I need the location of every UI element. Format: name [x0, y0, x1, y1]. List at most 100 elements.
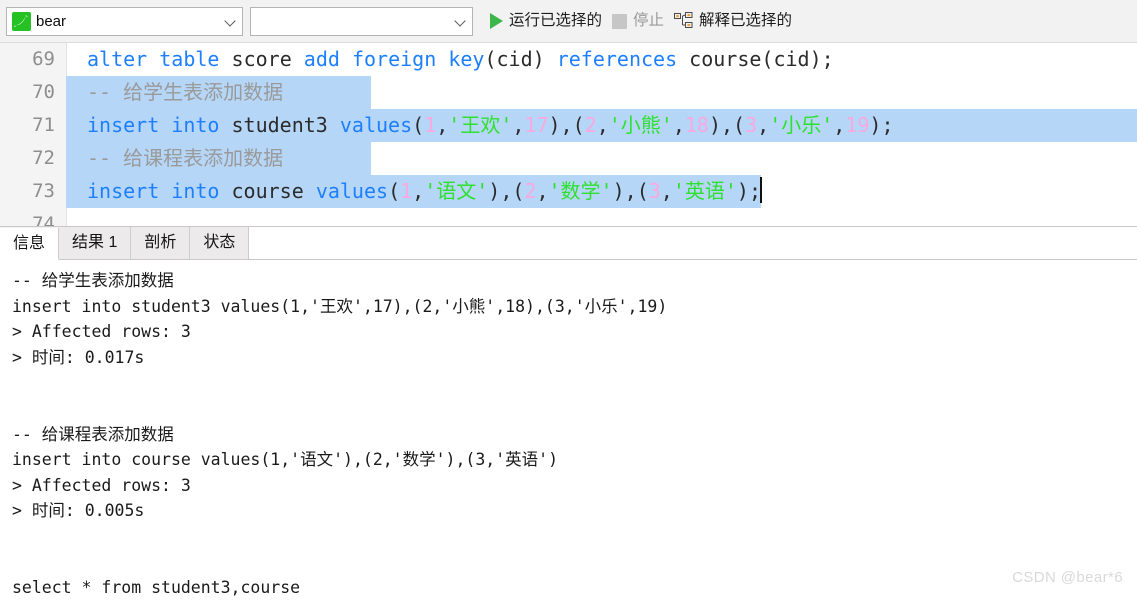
- output-line: insert into student3 values(1,'王欢',17),(…: [12, 296, 668, 316]
- sql-identifier: cid: [496, 47, 533, 71]
- sql-keyword: key: [448, 47, 485, 71]
- sql-keyword: into: [171, 179, 220, 203]
- code-line-73[interactable]: 73 insert into course values(1,'语文'),(2,…: [0, 175, 1137, 208]
- code-text: alter table score add foreign key(cid) r…: [66, 43, 834, 76]
- run-selected-button[interactable]: 运行已选择的: [485, 6, 607, 36]
- selection-pad: [283, 142, 372, 175]
- punct: );: [809, 47, 834, 71]
- output-line-blank: [12, 396, 1137, 422]
- sql-editor[interactable]: 69 alter table score add foreign key(cid…: [0, 43, 1137, 227]
- chevron-down-icon[interactable]: [455, 16, 466, 27]
- sql-number: 3: [745, 113, 758, 137]
- schema-select[interactable]: [250, 6, 473, 36]
- tab-profile[interactable]: 剖析: [131, 227, 191, 259]
- sql-string: '小熊': [608, 113, 673, 137]
- punct: ,: [436, 113, 449, 137]
- line-number: 70: [32, 81, 55, 103]
- tab-label: 信息: [13, 234, 46, 252]
- sql-keyword: alter: [87, 47, 148, 71]
- sql-keyword: insert: [87, 179, 160, 203]
- toolbar: bear 运行已选择的 停止 解释已选择的: [0, 0, 1137, 43]
- sql-keyword: foreign: [351, 47, 437, 71]
- punct: ),(: [488, 179, 525, 203]
- output-line: -- 给学生表添加数据: [12, 271, 174, 290]
- mysql-dolphin-icon: [12, 11, 31, 31]
- information-output-panel[interactable]: -- 给学生表添加数据 insert into student3 values(…: [0, 260, 1137, 598]
- code-text: insert into course values(1,'语文'),(2,'数学…: [66, 175, 762, 208]
- tab-label: 剖析: [144, 234, 177, 251]
- sql-keyword: insert: [87, 113, 160, 137]
- code-line-74[interactable]: 74: [0, 208, 1137, 226]
- code-line-72[interactable]: 72 -- 给课程表添加数据: [0, 142, 1137, 175]
- sql-number: 19: [845, 113, 870, 137]
- connection-label: bear: [36, 13, 67, 29]
- sql-keyword: table: [159, 47, 220, 71]
- sql-string: '王欢': [448, 113, 513, 137]
- output-line: insert into course values(1,'语文'),(2,'数学…: [12, 450, 559, 470]
- tab-result-1[interactable]: 结果 1: [59, 227, 132, 259]
- sql-comment: -- 给课程表添加数据: [87, 146, 284, 170]
- sql-keyword: into: [171, 113, 220, 137]
- sql-number: 2: [524, 179, 537, 203]
- sql-identifier: score: [231, 47, 292, 71]
- code-line-71[interactable]: 71 insert into student3 values(1,'王欢',17…: [0, 109, 1137, 142]
- sql-string: '英语': [672, 179, 737, 203]
- tab-status[interactable]: 状态: [190, 227, 250, 259]
- code-line-69[interactable]: 69 alter table score add foreign key(cid…: [0, 43, 1137, 76]
- output-line: > 时间: 0.017s: [12, 347, 145, 367]
- sql-number: 3: [648, 179, 661, 203]
- punct: (: [761, 47, 774, 71]
- stop-icon: [612, 13, 628, 29]
- chevron-down-icon[interactable]: [225, 16, 236, 27]
- sql-identifier: cid: [773, 47, 810, 71]
- line-number: 71: [32, 114, 55, 136]
- punct: ),(: [612, 179, 649, 203]
- code-text: -- 给学生表添加数据: [66, 76, 372, 109]
- stop-button[interactable]: 停止: [607, 6, 669, 36]
- sql-keyword: values: [339, 113, 413, 137]
- sql-identifier: course: [689, 47, 762, 71]
- code-area[interactable]: 69 alter table score add foreign key(cid…: [0, 43, 1137, 226]
- tab-information[interactable]: 信息: [0, 228, 60, 260]
- punct: (: [412, 113, 425, 137]
- output-line-blank: [12, 524, 1137, 550]
- play-icon: [490, 13, 503, 29]
- explain-icon: [674, 12, 693, 30]
- result-tabbar: 信息 结果 1 剖析 状态: [0, 227, 1137, 260]
- output-line: > Affected rows: 3: [12, 322, 191, 342]
- sql-keyword: references: [556, 47, 678, 71]
- output-line: > Affected rows: 3: [12, 475, 191, 495]
- tab-label: 结果 1: [72, 234, 118, 251]
- sql-identifier: student3: [231, 113, 328, 137]
- sql-string: '小乐': [769, 113, 834, 137]
- code-text: -- 给课程表添加数据: [66, 142, 372, 175]
- punct: ,: [757, 113, 770, 137]
- run-selected-label: 运行已选择的: [509, 12, 603, 30]
- line-number: 72: [32, 147, 55, 169]
- punct: ): [532, 47, 557, 71]
- output-line: > 时间: 0.005s: [12, 501, 145, 521]
- sql-number: 2: [584, 113, 597, 137]
- connection-select[interactable]: bear: [6, 6, 243, 36]
- output-line: select * from student3,course: [12, 578, 301, 598]
- punct: ),(: [708, 113, 746, 137]
- punct: ,: [412, 179, 425, 203]
- punct: ,: [672, 113, 685, 137]
- punct: ,: [833, 113, 846, 137]
- punct: );: [736, 179, 762, 203]
- tab-label: 状态: [203, 234, 236, 251]
- line-number: 73: [32, 180, 55, 202]
- sql-string: '语文': [424, 179, 489, 203]
- explain-selected-button[interactable]: 解释已选择的: [669, 6, 797, 36]
- stop-label: 停止: [633, 12, 665, 30]
- code-line-70[interactable]: 70 -- 给学生表添加数据: [0, 76, 1137, 109]
- punct: ,: [596, 113, 609, 137]
